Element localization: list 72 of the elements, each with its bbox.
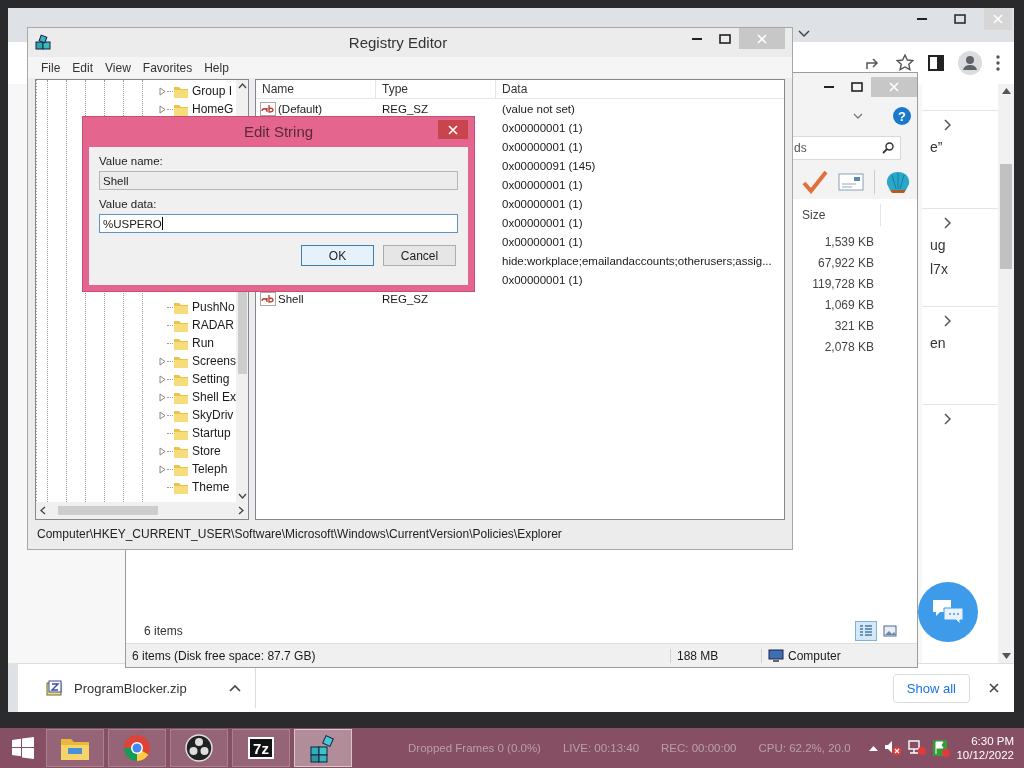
value-data: hide:workplace;emailandaccounts;otherusers;assig...: [502, 254, 772, 267]
status-text: CPU: 62.2%, 20.0: [758, 742, 851, 754]
file-name[interactable]: ProgramBlocker.zip: [74, 680, 217, 696]
tree-item[interactable]: RADAR: [192, 318, 234, 332]
value-data: 0x00000001 (1): [502, 140, 583, 153]
value-type: REG_SZ: [382, 102, 428, 115]
status-text: Dropped Frames 0 (0.0%): [408, 742, 541, 754]
tree-item[interactable]: Run: [192, 336, 214, 350]
value-data-field[interactable]: %USPERO: [99, 214, 458, 233]
menu-item[interactable]: View: [99, 60, 137, 75]
value-data: 0x00000001 (1): [502, 235, 583, 248]
value-name[interactable]: Shell: [278, 292, 304, 305]
item-count: 6 items: [144, 624, 183, 638]
tree-item[interactable]: PushNo: [192, 300, 235, 314]
tree-item[interactable]: Teleph: [192, 462, 228, 476]
value-data: 0x00000091 (145): [502, 159, 596, 172]
column-header[interactable]: Type: [376, 80, 496, 98]
tree-item[interactable]: Group I: [192, 84, 233, 98]
help-icon[interactable]: ?: [893, 107, 911, 125]
status-text: LIVE: 00:13:40: [562, 742, 640, 754]
show-all-button[interactable]: Show all: [892, 673, 970, 703]
ok-button[interactable]: OK: [301, 245, 374, 266]
tree-item[interactable]: Screens: [192, 354, 237, 368]
value-data: 0x00000001 (1): [502, 197, 583, 210]
text-fragment: e”: [930, 139, 944, 155]
file-size: 119,728 KB: [812, 276, 874, 293]
file-size: 67,922 KB: [817, 255, 874, 272]
status-text: 6 items (Disk free space: 87.7 GB): [132, 648, 671, 663]
column-header[interactable]: Name: [256, 80, 376, 98]
clock-time[interactable]: 6:30 PM: [971, 734, 1014, 748]
value-name[interactable]: (Default): [278, 102, 323, 115]
clock-date[interactable]: 10/12/2022: [956, 748, 1014, 762]
menu-item[interactable]: Favorites: [136, 60, 199, 75]
text-fragment: en: [930, 335, 947, 351]
tree-item[interactable]: Store: [192, 444, 221, 458]
tree-item[interactable]: Theme: [192, 480, 230, 494]
cancel-button[interactable]: Cancel: [383, 245, 456, 266]
file-size: 321 KB: [834, 318, 874, 335]
taskbar-app[interactable]: 7z: [232, 729, 290, 767]
text-fragment: l7x: [930, 261, 949, 277]
file-size: 1,539 KB: [824, 234, 874, 251]
value-type: REG_SZ: [382, 292, 428, 305]
value-data: 0x00000001 (1): [502, 178, 583, 191]
search-field[interactable]: ds: [791, 136, 901, 160]
dialog-title: Edit String: [242, 122, 315, 142]
tree-item[interactable]: Setting: [192, 372, 230, 386]
column-header[interactable]: Size: [796, 204, 881, 226]
archiver-icon: 7z: [248, 737, 274, 759]
tree-item[interactable]: HomeG: [192, 102, 234, 116]
value-data: 0x00000001 (1): [502, 121, 583, 134]
tree-item[interactable]: Startup: [192, 426, 231, 440]
status-path: Computer\HKEY_CURRENT_USER\Software\Microsoft\Windows\CurrentVersion\Policies\Explorer: [36, 525, 563, 543]
value-data: (value not set): [502, 102, 575, 115]
menu-item[interactable]: Edit: [66, 60, 100, 75]
file-size: 1,069 KB: [824, 297, 874, 314]
status-text: 188 MB: [671, 648, 762, 663]
status-text: Computer: [788, 648, 841, 663]
file-size: 2,078 KB: [824, 339, 874, 356]
status-text: REC: 00:00:00: [661, 742, 737, 754]
tree-item[interactable]: SkyDriv: [192, 408, 234, 422]
menu-item[interactable]: File: [35, 60, 67, 75]
field-label: Value name:: [99, 155, 164, 169]
field-label: Value data:: [99, 198, 158, 212]
value-name-field[interactable]: Shell: [99, 171, 458, 190]
value-data: 0x00000001 (1): [502, 216, 583, 229]
window-title: Registry Editor: [347, 34, 449, 51]
value-data: 0x00000001 (1): [502, 273, 583, 286]
text-fragment: ug: [930, 237, 947, 253]
column-header[interactable]: Data: [496, 80, 784, 98]
tree-item[interactable]: Shell Ex: [192, 390, 237, 404]
search-value: ds: [794, 141, 807, 155]
menu-item[interactable]: Help: [198, 60, 235, 75]
